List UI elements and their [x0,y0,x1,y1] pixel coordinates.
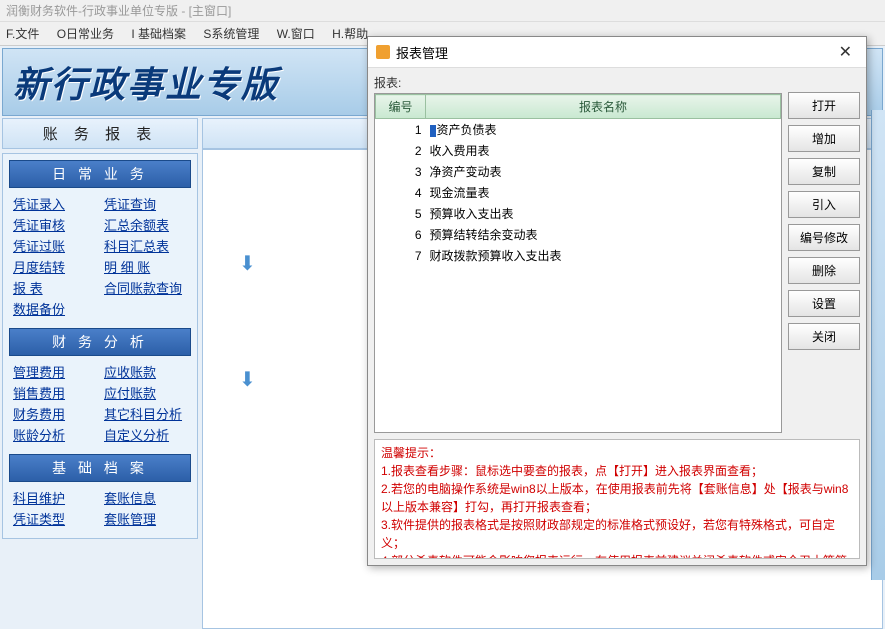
nav-link[interactable]: 销售费用 [13,383,96,402]
dialog-titlebar: 报表管理 ✕ [368,37,866,68]
left-panel-title: 账 务 报 表 [2,118,198,149]
nav-link[interactable]: 合同账款查询 [104,278,187,297]
cell-name: 预算收入支出表 [426,203,781,224]
nav-link[interactable]: 科目维护 [13,488,96,507]
delete-button[interactable]: 删除 [788,257,860,284]
table-row[interactable]: 4现金流量表 [376,182,781,203]
close-icon[interactable]: ✕ [833,42,858,62]
report-manage-dialog: 报表管理 ✕ 报表: 编号 报表名称 1资产负债表2收入费用表3净资产变动表4现… [367,36,867,566]
nav-link[interactable]: 凭证审核 [13,215,96,234]
tips-head: 温馨提示： [381,444,853,462]
nav-link[interactable]: 管理费用 [13,362,96,381]
cell-name: 净资产变动表 [426,161,781,182]
nav-link[interactable]: 报 表 [13,278,96,297]
cell-name: 资产负债表 [426,119,781,141]
tip-line: 2.若您的电脑操作系统是win8以上版本，在使用报表前先将【套账信息】处【报表与… [381,480,853,516]
cell-num: 6 [376,224,426,245]
menu-daily[interactable]: O日常业务 [57,27,114,41]
table-row[interactable]: 2收入费用表 [376,140,781,161]
renumber-button[interactable]: 编号修改 [788,224,860,251]
right-strip [871,110,885,580]
nav-link[interactable]: 应收账款 [104,362,187,381]
settings-button[interactable]: 设置 [788,290,860,317]
nav-link[interactable]: 账龄分析 [13,425,96,444]
report-table[interactable]: 编号 报表名称 1资产负债表2收入费用表3净资产变动表4现金流量表5预算收入支出… [374,93,782,433]
nav-link[interactable]: 财务费用 [13,404,96,423]
window-title: 润衡财务软件-行政事业单位专版 - [主窗口] [0,0,885,22]
cell-num: 5 [376,203,426,224]
nav-link[interactable]: 套账信息 [104,488,187,507]
tip-line: 1.报表查看步骤：鼠标选中要查的报表，点【打开】进入报表界面查看； [381,462,853,480]
nav-link[interactable]: 明 细 账 [104,257,187,276]
menu-system[interactable]: S系统管理 [203,27,259,41]
nav-link[interactable]: 应付账款 [104,383,187,402]
banner-text: 新行政事业专版 [13,56,279,108]
open-button[interactable]: 打开 [788,92,860,119]
nav-link[interactable]: 凭证类型 [13,509,96,528]
cell-name: 预算结转结余变动表 [426,224,781,245]
import-button[interactable]: 引入 [788,191,860,218]
nav-link[interactable]: 自定义分析 [104,425,187,444]
nav-link[interactable]: 数据备份 [13,299,96,318]
table-row[interactable]: 7财政拨款预算收入支出表 [376,245,781,266]
fieldset-label: 报表: [374,74,782,91]
tip-line: 4.部分杀毒软件可能会影响您报表运行，在使用报表前建议关闭杀毒软件或安全卫士等第… [381,552,853,559]
nav-link[interactable]: 月度结转 [13,257,96,276]
add-button[interactable]: 增加 [788,125,860,152]
nav-link[interactable]: 汇总余额表 [104,215,187,234]
section-archive: 基 础 档 案 [9,454,191,482]
section-analysis: 财 务 分 析 [9,328,191,356]
menu-help[interactable]: H.帮助 [332,27,368,41]
tips-box: 温馨提示： 1.报表查看步骤：鼠标选中要查的报表，点【打开】进入报表界面查看；2… [374,439,860,559]
cell-num: 7 [376,245,426,266]
cell-name: 财政拨款预算收入支出表 [426,245,781,266]
table-row[interactable]: 5预算收入支出表 [376,203,781,224]
menu-archive[interactable]: I 基础档案 [131,27,186,41]
nav-link[interactable]: 科目汇总表 [104,236,187,255]
col-name[interactable]: 报表名称 [426,95,781,119]
nav-link [104,299,187,318]
table-row[interactable]: 1资产负债表 [376,119,781,141]
section-daily: 日 常 业 务 [9,160,191,188]
cell-name: 现金流量表 [426,182,781,203]
app-icon [376,45,390,59]
nav-link[interactable]: 凭证过账 [13,236,96,255]
nav-link[interactable]: 凭证查询 [104,194,187,213]
cell-num: 3 [376,161,426,182]
tip-line: 3.软件提供的报表格式是按照财政部规定的标准格式预设好，若您有特殊格式，可自定义… [381,516,853,552]
table-row[interactable]: 6预算结转结余变动表 [376,224,781,245]
copy-button[interactable]: 复制 [788,158,860,185]
cell-num: 4 [376,182,426,203]
cell-num: 1 [376,119,426,141]
col-number[interactable]: 编号 [376,95,426,119]
nav-link[interactable]: 凭证录入 [13,194,96,213]
dialog-title: 报表管理 [396,43,448,62]
close-button[interactable]: 关闭 [788,323,860,350]
cell-name: 收入费用表 [426,140,781,161]
cell-num: 2 [376,140,426,161]
nav-link[interactable]: 套账管理 [104,509,187,528]
nav-link[interactable]: 其它科目分析 [104,404,187,423]
menu-file[interactable]: F.文件 [6,27,39,41]
menu-window[interactable]: W.窗口 [277,27,315,41]
table-row[interactable]: 3净资产变动表 [376,161,781,182]
